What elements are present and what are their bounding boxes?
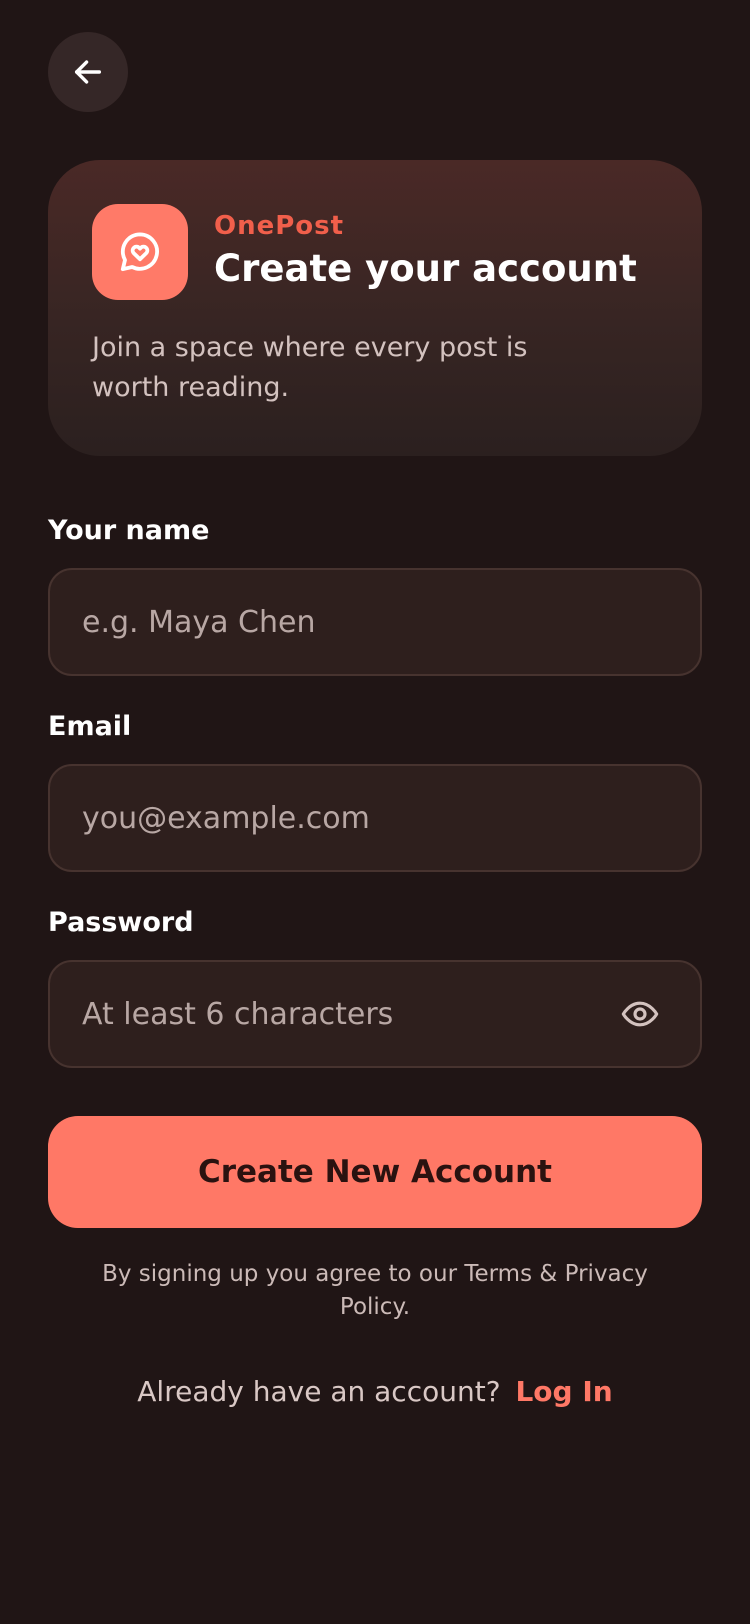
hero-titles: OnePost Create your account — [214, 210, 637, 294]
chat-heart-icon — [120, 232, 159, 272]
hero-card: OnePost Create your account Join a space… — [48, 160, 702, 456]
name-field-container — [48, 568, 702, 676]
hero-header: OnePost Create your account — [92, 204, 658, 300]
back-button[interactable] — [48, 32, 128, 112]
app-logo — [92, 204, 188, 300]
login-prompt-text: Already have an account? — [137, 1375, 501, 1408]
email-input[interactable] — [82, 800, 668, 836]
arrow-left-icon — [74, 60, 102, 84]
terms-notice: By signing up you agree to our Terms & P… — [102, 1261, 648, 1320]
eye-icon — [621, 1001, 659, 1027]
create-account-button[interactable]: Create New Account — [48, 1116, 702, 1228]
password-input[interactable] — [82, 996, 618, 1032]
name-label: Your name — [48, 515, 210, 546]
hero-subtitle: Join a space where every post is worth r… — [92, 332, 528, 403]
page-title: Create your account — [214, 247, 637, 290]
login-prompt-row: Already have an account? Log In — [0, 1372, 750, 1412]
login-link[interactable]: Log In — [515, 1375, 612, 1408]
brand-name: OnePost — [214, 211, 345, 241]
password-label: Password — [48, 907, 194, 938]
show-password-toggle[interactable] — [618, 992, 662, 1036]
name-input[interactable] — [82, 604, 668, 640]
email-field-container — [48, 764, 702, 872]
email-label: Email — [48, 711, 132, 742]
password-field-container — [48, 960, 702, 1068]
signup-screen: OnePost Create your account Join a space… — [0, 0, 750, 1624]
